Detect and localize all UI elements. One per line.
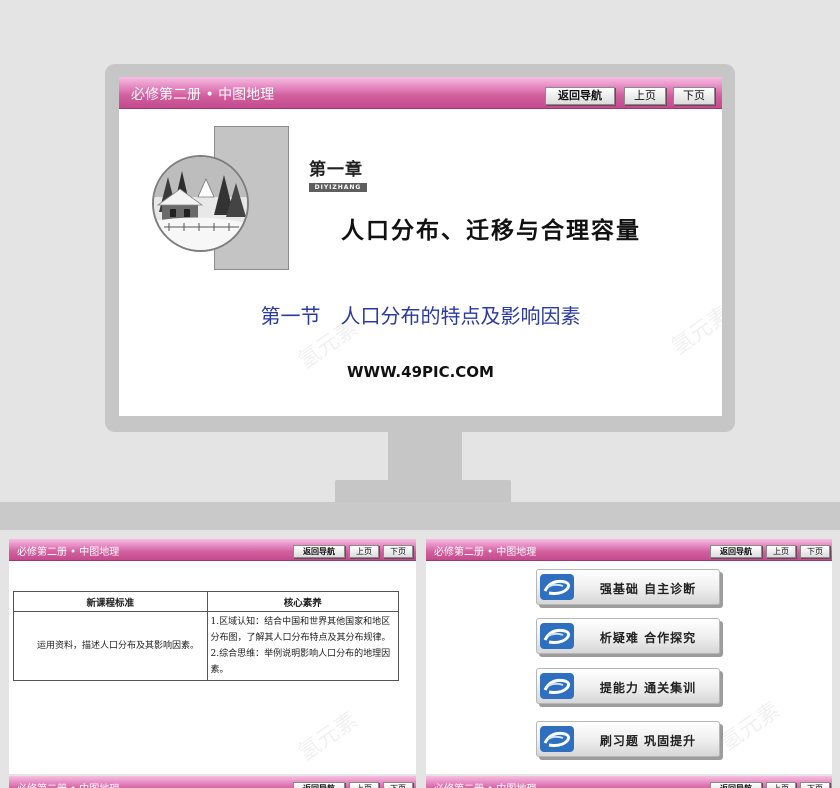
- monitor-stand-neck: [388, 432, 462, 482]
- table-row: 运用资料，描述人口分布及其影响因素。 1.区域认知：结合中国和世界其他国家和地区…: [13, 611, 399, 681]
- title-slide: 必修第二册 • 中图地理 返回导航 上页 下页 第一章 DIYIZHANG 人口…: [119, 77, 722, 416]
- site-url-text: WWW.49PIC.COM: [347, 363, 494, 381]
- swirl-icon: [540, 574, 574, 600]
- next-page-button[interactable]: 下页: [800, 782, 830, 788]
- return-nav-button[interactable]: 返回导航: [293, 545, 345, 558]
- menu-button-exercises[interactable]: 刷习题 巩固提升: [536, 721, 720, 757]
- menu-slide: 必修第二册 • 中图地理 返回导航 上页 下页 强基础 自主诊断 析疑难 合作探…: [426, 539, 832, 774]
- prev-page-button[interactable]: 上页: [766, 545, 796, 558]
- section-title: 第一节 人口分布的特点及影响因素: [260, 304, 581, 328]
- slide-header: 必修第二册 • 中图地理 返回导航 上页 下页: [9, 776, 416, 788]
- curriculum-standards-table: 新课程标准 核心素养 运用资料，描述人口分布及其影响因素。 1.区域认知：结合中…: [13, 591, 399, 681]
- header-title: 必修第二册 • 中图地理: [434, 547, 537, 558]
- next-page-button[interactable]: 下页: [383, 545, 413, 558]
- slide-header: 必修第二册 • 中图地理 返回导航 上页 下页: [426, 539, 832, 561]
- menu-button-analysis[interactable]: 析疑难 合作探究: [536, 618, 720, 654]
- header-title: 必修第二册 • 中图地理: [17, 547, 120, 558]
- return-nav-button[interactable]: 返回导航: [545, 87, 615, 105]
- desk-shelf: [0, 502, 840, 530]
- return-nav-button[interactable]: 返回导航: [293, 782, 345, 788]
- table-header-cell: 核心素养: [206, 591, 399, 612]
- chapter-pinyin-tag: DIYIZHANG: [309, 183, 367, 192]
- next-page-button[interactable]: 下页: [673, 87, 715, 105]
- return-nav-button[interactable]: 返回导航: [710, 545, 762, 558]
- header-title: 必修第二册 • 中图地理: [131, 87, 275, 103]
- menu-button-label: 析疑难 合作探究: [599, 631, 697, 645]
- slide-header: 必修第二册 • 中图地理 返回导航 上页 下页: [426, 776, 832, 788]
- watermark-text: 氢元素: [716, 697, 785, 757]
- partial-slide: 必修第二册 • 中图地理 返回导航 上页 下页: [9, 776, 416, 788]
- menu-button-label: 刷习题 巩固提升: [599, 734, 697, 748]
- swirl-icon: [540, 673, 574, 699]
- table-header-row: 新课程标准 核心素养: [13, 591, 399, 612]
- chapter-main-title: 人口分布、迁移与合理容量: [341, 218, 641, 244]
- menu-button-label: 提能力 通关集训: [599, 681, 697, 695]
- return-nav-button[interactable]: 返回导航: [710, 782, 762, 788]
- menu-button-training[interactable]: 提能力 通关集训: [536, 668, 720, 704]
- slide-header: 必修第二册 • 中图地理 返回导航 上页 下页: [9, 539, 416, 561]
- swirl-icon: [540, 623, 574, 649]
- prev-page-button[interactable]: 上页: [624, 87, 666, 105]
- prev-page-button[interactable]: 上页: [349, 545, 379, 558]
- slide-header: 必修第二册 • 中图地理 返回导航 上页 下页: [119, 77, 722, 109]
- swirl-icon: [540, 726, 574, 752]
- table-cell-standard: 运用资料，描述人口分布及其影响因素。: [13, 611, 208, 681]
- table-cell-literacy: 1.区域认知：结合中国和世界其他国家和地区分布图，了解其人口分布特点及其分布规律…: [206, 611, 399, 681]
- header-title: 必修第二册 • 中图地理: [17, 780, 119, 788]
- literacy-item: 1.区域认知：结合中国和世界其他国家和地区分布图，了解其人口分布特点及其分布规律…: [210, 617, 391, 643]
- literacy-item: 2.综合思维：举例说明影响人口分布的地理因素。: [210, 649, 391, 675]
- standards-slide: 必修第二册 • 中图地理 返回导航 上页 下页 新课程标准 核心素养 运用资料，…: [9, 539, 416, 774]
- table-header-cell: 新课程标准: [13, 591, 208, 612]
- monitor-stand-base: [335, 480, 511, 502]
- snow-house-photo: [152, 155, 249, 252]
- chapter-title: 第一章: [309, 160, 363, 180]
- menu-button-basics[interactable]: 强基础 自主诊断: [536, 569, 720, 605]
- header-title: 必修第二册 • 中图地理: [434, 780, 536, 788]
- next-page-button[interactable]: 下页: [383, 782, 413, 788]
- next-page-button[interactable]: 下页: [800, 545, 830, 558]
- partial-slide: 必修第二册 • 中图地理 返回导航 上页 下页: [426, 776, 832, 788]
- watermark-text: 氢元素: [294, 707, 363, 767]
- prev-page-button[interactable]: 上页: [766, 782, 796, 788]
- menu-button-label: 强基础 自主诊断: [599, 582, 697, 596]
- prev-page-button[interactable]: 上页: [349, 782, 379, 788]
